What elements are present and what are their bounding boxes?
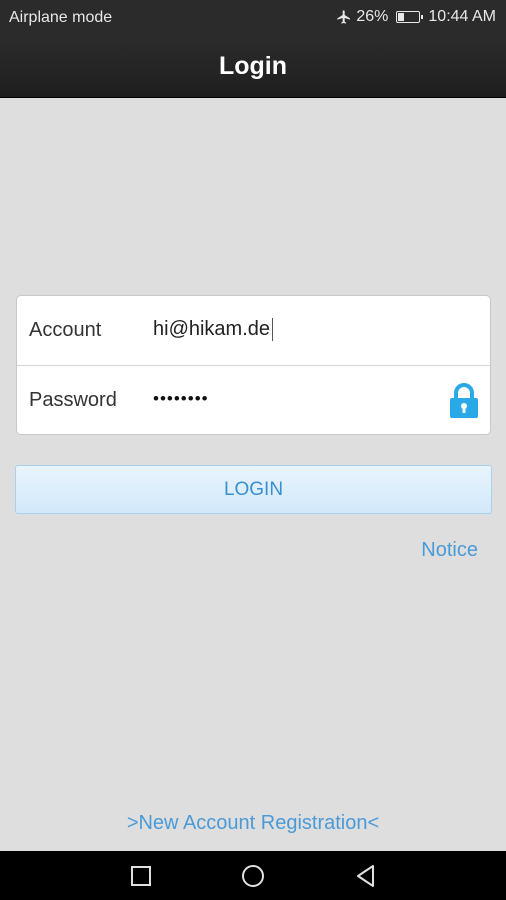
password-row[interactable]: Password •••••••• (17, 366, 490, 435)
new-account-registration-link[interactable]: >New Account Registration< (0, 812, 506, 835)
clock: 10:44 AM (428, 8, 496, 25)
password-label: Password (29, 389, 117, 411)
page-title: Login (218, 52, 288, 80)
status-bar: Airplane mode 26% 10:44 AM (0, 0, 506, 36)
airplane-icon (336, 9, 352, 25)
navigation-bar (0, 851, 506, 900)
password-input[interactable]: •••••••• (153, 389, 209, 409)
airplane-mode-label: Airplane mode (9, 9, 113, 26)
notice-link[interactable]: Notice (421, 539, 478, 562)
battery-percent: 26% (356, 8, 389, 25)
back-icon[interactable] (353, 863, 379, 889)
title-bar: Login (0, 36, 506, 98)
account-input[interactable]: hi@hikam.de (153, 318, 274, 341)
login-button[interactable]: LOGIN (15, 465, 492, 514)
recents-icon[interactable] (128, 863, 154, 889)
lock-icon[interactable] (449, 383, 479, 419)
account-row[interactable]: Account hi@hikam.de (17, 296, 490, 366)
home-icon[interactable] (240, 863, 266, 889)
status-indicators: 26% 10:44 AM (336, 8, 496, 26)
battery-level (398, 13, 405, 21)
account-label: Account (29, 319, 102, 341)
login-form: Account hi@hikam.de Password •••••••• (16, 295, 491, 435)
battery-icon (396, 11, 424, 23)
